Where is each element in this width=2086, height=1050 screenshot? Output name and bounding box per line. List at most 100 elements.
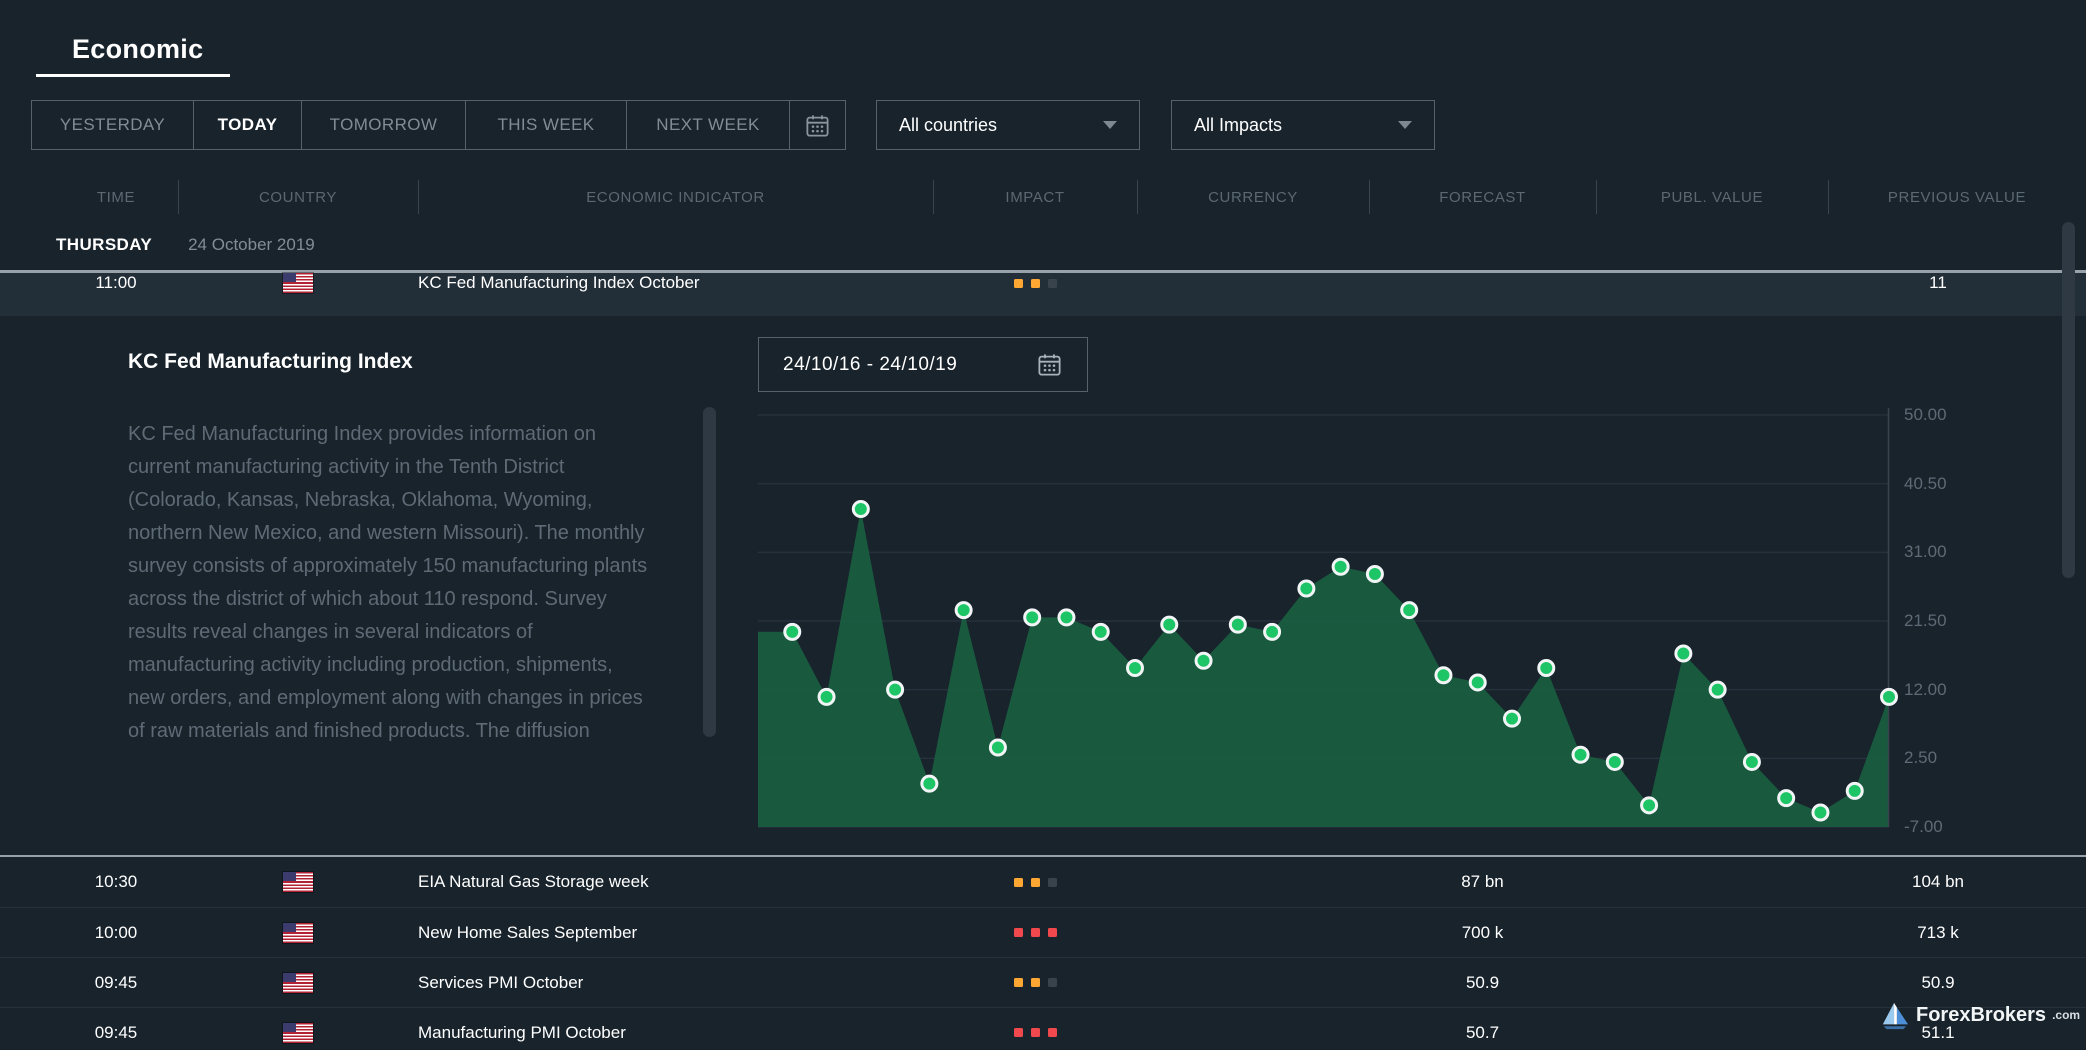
table-column-header: TIMECOUNTRYECONOMIC INDICATORIMPACTCURRE… — [0, 180, 2086, 214]
data-point-marker[interactable] — [1093, 624, 1108, 639]
row-publ-value — [1596, 273, 1828, 293]
row-impact-indicator — [933, 908, 1137, 957]
data-point-marker[interactable] — [1402, 603, 1417, 618]
data-point-marker[interactable] — [1025, 610, 1040, 625]
table-row[interactable]: 11:00 KC Fed Manufacturing Index October… — [0, 273, 2086, 293]
data-point-marker[interactable] — [1642, 798, 1657, 813]
impacts-dropdown[interactable]: All Impacts — [1171, 100, 1435, 150]
data-point-marker[interactable] — [1847, 783, 1862, 798]
row-publ-value — [1596, 958, 1828, 1007]
impact-dot — [1014, 928, 1023, 937]
filter-calendar-button[interactable] — [790, 101, 845, 149]
row-indicator-name: EIA Natural Gas Storage week — [418, 857, 933, 907]
chevron-down-icon — [1398, 121, 1412, 129]
row-impact-indicator — [933, 958, 1137, 1007]
data-point-marker[interactable] — [990, 740, 1005, 755]
data-point-marker[interactable] — [1779, 791, 1794, 806]
filter-tab-tomorrow[interactable]: TOMORROW — [302, 101, 466, 149]
data-point-marker[interactable] — [1470, 675, 1485, 690]
sailboat-logo-icon — [1880, 1000, 1910, 1030]
data-point-marker[interactable] — [956, 603, 971, 618]
group-day-label: THURSDAY — [56, 235, 152, 255]
row-publ-value — [1596, 908, 1828, 957]
us-flag-icon — [283, 872, 313, 892]
data-point-marker[interactable] — [1162, 617, 1177, 632]
data-point-marker[interactable] — [1710, 682, 1725, 697]
data-point-marker[interactable] — [1333, 559, 1348, 574]
data-point-marker[interactable] — [1436, 668, 1451, 683]
row-publ-value — [1596, 857, 1828, 907]
row-forecast — [1369, 273, 1596, 293]
data-point-marker[interactable] — [1505, 711, 1520, 726]
data-point-marker[interactable] — [1676, 646, 1691, 661]
row-country — [178, 1008, 418, 1050]
data-point-marker[interactable] — [819, 689, 834, 704]
row-time: 10:30 — [0, 857, 178, 907]
filter-tab-today[interactable]: TODAY — [194, 101, 302, 149]
data-point-marker[interactable] — [1196, 653, 1211, 668]
data-point-marker[interactable] — [1059, 610, 1074, 625]
indicator-history-area-chart[interactable] — [758, 400, 1889, 830]
row-forecast: 87 bn — [1369, 857, 1596, 907]
row-indicator-name: KC Fed Manufacturing Index October — [418, 273, 933, 293]
y-axis-tick-label: 31.00 — [1904, 542, 2014, 562]
impact-dot — [1031, 279, 1040, 288]
row-impact-indicator — [933, 1008, 1137, 1050]
impact-dot — [1048, 1028, 1057, 1037]
data-point-marker[interactable] — [1573, 747, 1588, 762]
chart-date-range-picker[interactable]: 24/10/16 - 24/10/19 — [758, 337, 1088, 392]
group-date-label: 24 October 2019 — [188, 235, 315, 255]
row-currency — [1137, 908, 1369, 957]
data-point-marker[interactable] — [1128, 660, 1143, 675]
data-point-marker[interactable] — [1607, 754, 1622, 769]
row-forecast: 50.7 — [1369, 1008, 1596, 1050]
impact-dot — [1031, 978, 1040, 987]
data-point-marker[interactable] — [1367, 567, 1382, 582]
impact-dot — [1048, 279, 1057, 288]
data-point-marker[interactable] — [785, 624, 800, 639]
us-flag-icon — [283, 273, 313, 293]
data-point-marker[interactable] — [1230, 617, 1245, 632]
row-impact-indicator — [933, 857, 1137, 907]
selected-event-row[interactable]: 11:00 KC Fed Manufacturing Index October… — [0, 270, 2086, 316]
countries-dropdown[interactable]: All countries — [876, 100, 1140, 150]
table-row[interactable]: 10:30 EIA Natural Gas Storage week 87 bn… — [0, 857, 2086, 907]
filter-tab-yesterday[interactable]: YESTERDAY — [32, 101, 194, 149]
data-point-marker[interactable] — [1744, 754, 1759, 769]
data-point-marker[interactable] — [1882, 689, 1897, 704]
data-point-marker[interactable] — [1299, 581, 1314, 596]
date-group-row: THURSDAY 24 October 2019 — [0, 226, 315, 264]
countries-dropdown-value: All countries — [899, 115, 997, 136]
data-point-marker[interactable] — [1265, 624, 1280, 639]
column-header-impact: IMPACT — [933, 180, 1137, 214]
row-previous-value: 11 — [1828, 273, 2086, 293]
row-currency — [1137, 857, 1369, 907]
row-previous-value: 104 bn — [1828, 857, 2086, 907]
description-scrollbar-thumb[interactable] — [703, 407, 716, 737]
page-scrollbar-thumb[interactable] — [2062, 222, 2075, 578]
column-header-time: TIME — [0, 180, 178, 214]
data-point-marker[interactable] — [1539, 660, 1554, 675]
data-point-marker[interactable] — [922, 776, 937, 791]
column-header-economic-indicator: ECONOMIC INDICATOR — [418, 180, 933, 214]
row-indicator-name: New Home Sales September — [418, 908, 933, 957]
column-divider — [1137, 180, 1138, 214]
table-row[interactable]: 10:00 New Home Sales September 700 k 713… — [0, 907, 2086, 957]
row-time: 11:00 — [0, 273, 178, 293]
data-point-marker[interactable] — [888, 682, 903, 697]
impact-dot — [1031, 928, 1040, 937]
table-row[interactable]: 09:45 Manufacturing PMI October 50.7 51.… — [0, 1007, 2086, 1050]
event-rows-list: 10:30 EIA Natural Gas Storage week 87 bn… — [0, 855, 2086, 1050]
data-point-marker[interactable] — [853, 501, 868, 516]
y-axis-tick-label: 50.00 — [1904, 405, 2014, 425]
row-impact-indicator — [933, 273, 1137, 293]
row-currency — [1137, 958, 1369, 1007]
data-point-marker[interactable] — [1813, 805, 1828, 820]
filter-tab-next-week[interactable]: NEXT WEEK — [627, 101, 790, 149]
filter-tab-this-week[interactable]: THIS WEEK — [466, 101, 627, 149]
column-divider — [178, 180, 179, 214]
impacts-dropdown-value: All Impacts — [1194, 115, 1282, 136]
column-divider — [1828, 180, 1829, 214]
table-row[interactable]: 09:45 Services PMI October 50.9 50.9 — [0, 957, 2086, 1007]
row-currency — [1137, 1008, 1369, 1050]
